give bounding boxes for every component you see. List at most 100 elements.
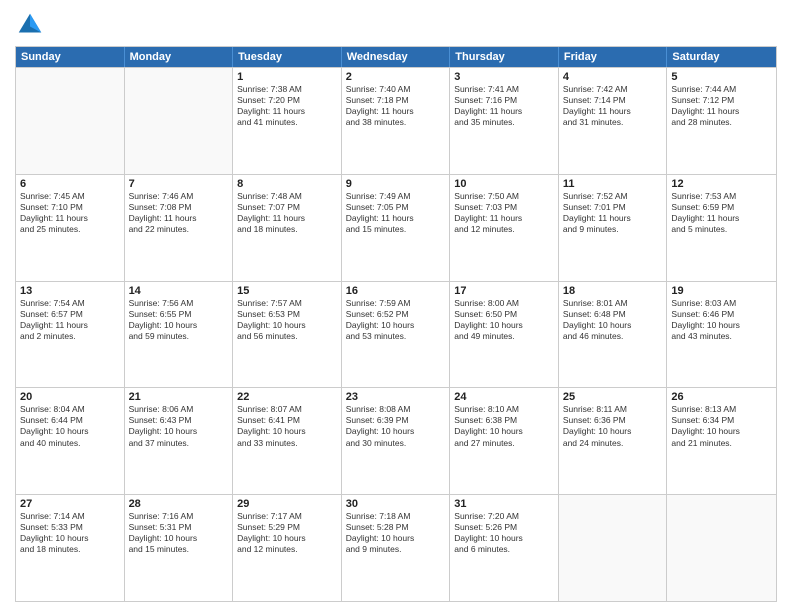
cell-line: and 27 minutes. — [454, 438, 554, 449]
day-number: 1 — [237, 71, 337, 83]
cell-line: Daylight: 10 hours — [454, 320, 554, 331]
calendar-header: SundayMondayTuesdayWednesdayThursdayFrid… — [16, 47, 776, 67]
cell-line: Daylight: 10 hours — [671, 426, 772, 437]
cell-line: Sunset: 7:16 PM — [454, 95, 554, 106]
cell-line: Sunrise: 8:11 AM — [563, 404, 663, 415]
cell-line: Sunset: 6:34 PM — [671, 415, 772, 426]
cell-line: Sunrise: 8:07 AM — [237, 404, 337, 415]
cal-cell: 3Sunrise: 7:41 AMSunset: 7:16 PMDaylight… — [450, 68, 559, 174]
cell-line: Daylight: 11 hours — [671, 213, 772, 224]
cal-cell: 6Sunrise: 7:45 AMSunset: 7:10 PMDaylight… — [16, 175, 125, 281]
day-of-week-sunday: Sunday — [16, 47, 125, 67]
day-number: 4 — [563, 71, 663, 83]
cal-cell: 9Sunrise: 7:49 AMSunset: 7:05 PMDaylight… — [342, 175, 451, 281]
day-number: 6 — [20, 178, 120, 190]
cell-line: Sunrise: 7:38 AM — [237, 84, 337, 95]
cal-cell: 30Sunrise: 7:18 AMSunset: 5:28 PMDayligh… — [342, 495, 451, 601]
cal-cell: 7Sunrise: 7:46 AMSunset: 7:08 PMDaylight… — [125, 175, 234, 281]
cal-cell — [16, 68, 125, 174]
cell-line: Sunset: 6:48 PM — [563, 309, 663, 320]
cal-cell: 14Sunrise: 7:56 AMSunset: 6:55 PMDayligh… — [125, 282, 234, 388]
cal-cell: 28Sunrise: 7:16 AMSunset: 5:31 PMDayligh… — [125, 495, 234, 601]
cell-line: Daylight: 11 hours — [454, 213, 554, 224]
cell-line: Sunset: 7:14 PM — [563, 95, 663, 106]
cell-line: and 9 minutes. — [346, 544, 446, 555]
header — [15, 10, 777, 40]
cell-line: Sunrise: 7:17 AM — [237, 511, 337, 522]
day-of-week-thursday: Thursday — [450, 47, 559, 67]
cell-line: and 22 minutes. — [129, 224, 229, 235]
cell-line: Sunset: 6:53 PM — [237, 309, 337, 320]
cell-line: Sunset: 7:08 PM — [129, 202, 229, 213]
cell-line: Daylight: 10 hours — [563, 320, 663, 331]
cell-line: Sunset: 6:43 PM — [129, 415, 229, 426]
cell-line: Sunrise: 8:03 AM — [671, 298, 772, 309]
cell-line: and 12 minutes. — [237, 544, 337, 555]
cell-line: Daylight: 10 hours — [237, 533, 337, 544]
cell-line: and 24 minutes. — [563, 438, 663, 449]
day-number: 28 — [129, 498, 229, 510]
day-number: 2 — [346, 71, 446, 83]
day-of-week-tuesday: Tuesday — [233, 47, 342, 67]
cal-cell: 21Sunrise: 8:06 AMSunset: 6:43 PMDayligh… — [125, 388, 234, 494]
week-row-3: 13Sunrise: 7:54 AMSunset: 6:57 PMDayligh… — [16, 281, 776, 388]
day-of-week-wednesday: Wednesday — [342, 47, 451, 67]
calendar: SundayMondayTuesdayWednesdayThursdayFrid… — [15, 46, 777, 602]
cell-line: Sunset: 7:18 PM — [346, 95, 446, 106]
week-row-1: 1Sunrise: 7:38 AMSunset: 7:20 PMDaylight… — [16, 67, 776, 174]
cell-line: Daylight: 10 hours — [454, 533, 554, 544]
cell-line: Daylight: 10 hours — [671, 320, 772, 331]
cell-line: Sunset: 6:55 PM — [129, 309, 229, 320]
cal-cell: 13Sunrise: 7:54 AMSunset: 6:57 PMDayligh… — [16, 282, 125, 388]
cell-line: Daylight: 10 hours — [454, 426, 554, 437]
cell-line: Sunrise: 8:08 AM — [346, 404, 446, 415]
day-number: 20 — [20, 391, 120, 403]
cell-line: and 53 minutes. — [346, 331, 446, 342]
cell-line: Sunset: 5:33 PM — [20, 522, 120, 533]
cell-line: Daylight: 11 hours — [563, 213, 663, 224]
cell-line: Sunset: 5:29 PM — [237, 522, 337, 533]
cell-line: Sunrise: 7:41 AM — [454, 84, 554, 95]
cell-line: and 43 minutes. — [671, 331, 772, 342]
cell-line: Daylight: 11 hours — [20, 213, 120, 224]
cell-line: Daylight: 10 hours — [20, 426, 120, 437]
cell-line: and 49 minutes. — [454, 331, 554, 342]
cal-cell: 18Sunrise: 8:01 AMSunset: 6:48 PMDayligh… — [559, 282, 668, 388]
cell-line: Daylight: 10 hours — [346, 320, 446, 331]
cell-line: Sunset: 5:28 PM — [346, 522, 446, 533]
cell-line: Sunset: 7:01 PM — [563, 202, 663, 213]
day-number: 27 — [20, 498, 120, 510]
cell-line: and 37 minutes. — [129, 438, 229, 449]
cell-line: Daylight: 11 hours — [671, 106, 772, 117]
day-number: 5 — [671, 71, 772, 83]
cal-cell: 29Sunrise: 7:17 AMSunset: 5:29 PMDayligh… — [233, 495, 342, 601]
day-number: 11 — [563, 178, 663, 190]
cell-line: Sunset: 6:36 PM — [563, 415, 663, 426]
cell-line: Sunset: 6:57 PM — [20, 309, 120, 320]
day-number: 13 — [20, 285, 120, 297]
cell-line: Daylight: 10 hours — [20, 533, 120, 544]
cell-line: Daylight: 11 hours — [454, 106, 554, 117]
cell-line: Sunrise: 7:40 AM — [346, 84, 446, 95]
cal-cell: 2Sunrise: 7:40 AMSunset: 7:18 PMDaylight… — [342, 68, 451, 174]
cal-cell: 31Sunrise: 7:20 AMSunset: 5:26 PMDayligh… — [450, 495, 559, 601]
cell-line: Sunset: 7:03 PM — [454, 202, 554, 213]
day-of-week-saturday: Saturday — [667, 47, 776, 67]
cal-cell: 26Sunrise: 8:13 AMSunset: 6:34 PMDayligh… — [667, 388, 776, 494]
cell-line: Sunset: 7:07 PM — [237, 202, 337, 213]
cell-line: and 5 minutes. — [671, 224, 772, 235]
cell-line: Sunrise: 7:48 AM — [237, 191, 337, 202]
day-number: 12 — [671, 178, 772, 190]
cell-line: and 18 minutes. — [237, 224, 337, 235]
cell-line: Sunrise: 7:44 AM — [671, 84, 772, 95]
cal-cell: 11Sunrise: 7:52 AMSunset: 7:01 PMDayligh… — [559, 175, 668, 281]
cell-line: Sunset: 6:39 PM — [346, 415, 446, 426]
day-number: 24 — [454, 391, 554, 403]
cell-line: Daylight: 11 hours — [346, 213, 446, 224]
cell-line: Sunrise: 7:16 AM — [129, 511, 229, 522]
cal-cell — [667, 495, 776, 601]
cell-line: Daylight: 11 hours — [237, 213, 337, 224]
logo-icon — [15, 10, 45, 40]
cell-line: Sunset: 5:26 PM — [454, 522, 554, 533]
cell-line: Daylight: 11 hours — [20, 320, 120, 331]
